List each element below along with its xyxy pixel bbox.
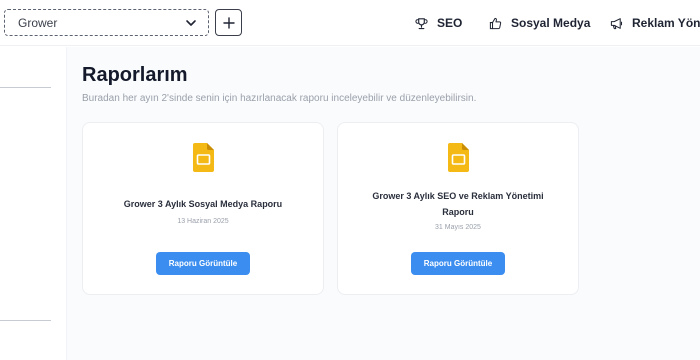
nav-sosyal-medya[interactable]: Sosyal Medya: [489, 14, 590, 32]
thumbs-up-icon: [489, 17, 502, 29]
nav-reklam-yonetimi-label: Reklam Yönet: [632, 16, 700, 30]
nav-seo[interactable]: SEO: [415, 14, 462, 32]
report-title: Grower 3 Aylık Sosyal Medya Raporu: [123, 199, 283, 209]
report-date: 13 Haziran 2025: [177, 218, 229, 225]
nav-sosyal-medya-label: Sosyal Medya: [511, 16, 591, 30]
sidebar-divider: [0, 320, 51, 321]
nav-reklam-yonetimi[interactable]: Reklam Yönet: [610, 14, 700, 32]
report-title: Grower 3 Aylık SEO ve Reklam Yönetimi Ra…: [372, 191, 544, 217]
sidebar-divider: [0, 87, 51, 88]
page-subtitle: Buradan her ayın 2'sinde senin için hazı…: [82, 93, 477, 104]
report-card: Grower 3 Aylık Sosyal Medya Raporu 13 Ha…: [82, 122, 324, 295]
slides-document-icon: [193, 143, 214, 172]
nav-seo-label: SEO: [437, 16, 463, 30]
main-content: Raporlarım Buradan her ayın 2'sinde seni…: [67, 47, 700, 360]
workspace-select-value: Grower: [18, 15, 58, 30]
workspace-select[interactable]: Grower: [4, 9, 209, 36]
top-bar: Grower SEO Sosyal Medya Reklam Yönet: [0, 0, 700, 46]
add-button[interactable]: [215, 9, 242, 36]
view-report-button[interactable]: Raporu Görüntüle: [156, 252, 250, 275]
sidebar: [0, 47, 67, 360]
slides-document-icon: [448, 143, 469, 172]
megaphone-icon: [610, 17, 623, 29]
trophy-icon: [415, 17, 428, 29]
page-title: Raporlarım: [82, 64, 188, 86]
chevron-down-icon: [186, 20, 196, 26]
view-report-button[interactable]: Raporu Görüntüle: [411, 252, 505, 275]
plus-icon: [222, 16, 235, 29]
report-date: 31 Mayıs 2025: [435, 224, 481, 231]
report-card: Grower 3 Aylık SEO ve Reklam Yönetimi Ra…: [337, 122, 579, 295]
